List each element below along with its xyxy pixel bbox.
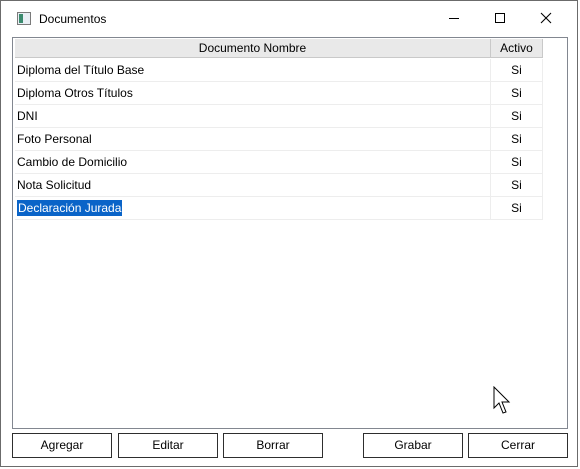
cell-documento-nombre[interactable]: Diploma Otros Títulos xyxy=(15,82,491,104)
maximize-icon xyxy=(495,13,505,23)
cell-documento-nombre[interactable]: Diploma del Título Base xyxy=(15,59,491,81)
app-icon xyxy=(17,12,31,25)
cell-documento-nombre[interactable]: Foto Personal xyxy=(15,128,491,150)
cell-activo[interactable]: Si xyxy=(491,197,543,219)
borrar-button[interactable]: Borrar xyxy=(223,433,323,458)
table-row[interactable]: Cambio de Domicilio Si xyxy=(15,151,543,174)
cell-activo[interactable]: Si xyxy=(491,128,543,150)
column-header-activo[interactable]: Activo xyxy=(491,39,543,58)
cell-activo[interactable]: Si xyxy=(491,59,543,81)
table-row[interactable]: Nota Solicitud Si xyxy=(15,174,543,197)
cell-activo[interactable]: Si xyxy=(491,174,543,196)
button-bar: Agregar Editar Borrar Grabar Cerrar xyxy=(1,432,579,460)
table-row[interactable]: Diploma del Título Base Si xyxy=(15,59,543,82)
window-title: Documentos xyxy=(39,12,107,26)
editar-button[interactable]: Editar xyxy=(118,433,218,458)
table-row-selected[interactable]: Declaración Jurada Si xyxy=(15,197,543,220)
cell-documento-nombre[interactable]: Nota Solicitud xyxy=(15,174,491,196)
documentos-window: Documentos Documento Nombre Activo Diplo… xyxy=(0,0,578,467)
cell-documento-nombre-selected[interactable]: Declaración Jurada xyxy=(15,197,491,219)
mouse-pointer-icon xyxy=(493,386,511,414)
column-header-documento-nombre[interactable]: Documento Nombre xyxy=(15,39,491,58)
table-row[interactable]: DNI Si xyxy=(15,105,543,128)
selected-cell-text: Declaración Jurada xyxy=(17,200,123,216)
minimize-icon xyxy=(449,17,459,19)
close-button[interactable] xyxy=(523,1,569,35)
title-bar[interactable]: Documentos xyxy=(1,1,577,35)
cell-activo[interactable]: Si xyxy=(491,105,543,127)
cell-activo[interactable]: Si xyxy=(491,82,543,104)
table-row[interactable]: Diploma Otros Títulos Si xyxy=(15,82,543,105)
grid-rows: Diploma del Título Base Si Diploma Otros… xyxy=(15,59,543,220)
cell-documento-nombre[interactable]: DNI xyxy=(15,105,491,127)
agregar-button[interactable]: Agregar xyxy=(12,433,112,458)
cell-activo[interactable]: Si xyxy=(491,151,543,173)
documents-grid[interactable]: Documento Nombre Activo Diploma del Títu… xyxy=(12,37,568,429)
grid-header: Documento Nombre Activo xyxy=(15,39,543,58)
grabar-button[interactable]: Grabar xyxy=(363,433,463,458)
cerrar-button[interactable]: Cerrar xyxy=(468,433,568,458)
minimize-button[interactable] xyxy=(431,1,477,35)
maximize-button[interactable] xyxy=(477,1,523,35)
cell-documento-nombre[interactable]: Cambio de Domicilio xyxy=(15,151,491,173)
close-icon xyxy=(540,12,552,24)
table-row[interactable]: Foto Personal Si xyxy=(15,128,543,151)
